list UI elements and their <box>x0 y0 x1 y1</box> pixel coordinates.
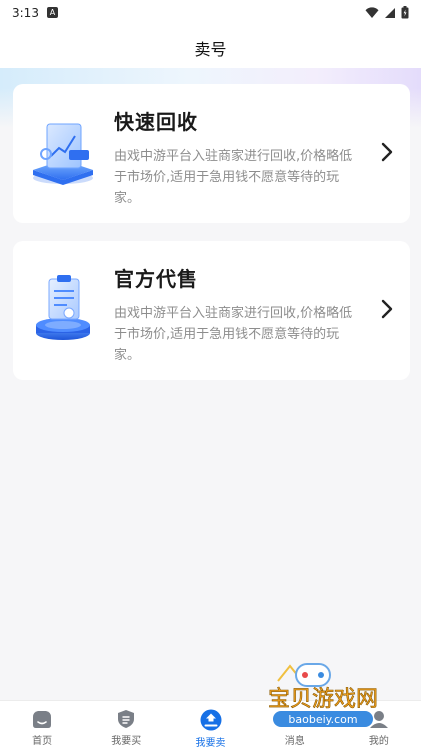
notification-icon: A <box>46 7 58 18</box>
svg-text:baobeiy.com: baobeiy.com <box>288 713 357 726</box>
watermark-logo: 宝贝游戏网 baobeiy.com <box>248 656 398 736</box>
tab-buy[interactable]: 我要买 <box>84 701 168 750</box>
page-header: 卖号 <box>0 25 421 70</box>
svg-text:宝贝游戏网: 宝贝游戏网 <box>268 687 378 712</box>
quick-recycle-card[interactable]: 快速回收 由戏中游平台入驻商家进行回收,价格略低于市场价,适用于急用钱不愿意等待… <box>13 84 410 223</box>
card-title: 官方代售 <box>114 267 198 291</box>
chevron-right-icon <box>381 299 393 319</box>
status-time: 3:13 <box>12 5 39 20</box>
tab-label: 我要卖 <box>195 738 226 749</box>
card-description: 由戏中游平台入驻商家进行回收,价格略低于市场价,适用于急用钱不愿意等待的玩家。 <box>114 306 353 363</box>
wifi-icon <box>365 6 379 18</box>
card-description: 由戏中游平台入驻商家进行回收,价格略低于市场价,适用于急用钱不愿意等待的玩家。 <box>114 149 353 206</box>
clipboard-podium-illustration <box>13 241 113 380</box>
home-icon <box>33 711 52 728</box>
sell-icon <box>200 709 221 731</box>
tab-label: 首页 <box>32 736 53 747</box>
chart-document-illustration <box>13 84 113 223</box>
tab-label: 我要买 <box>111 736 142 747</box>
status-bar: 3:13 A <box>0 0 421 25</box>
chevron-right-icon <box>381 142 393 162</box>
card-title: 快速回收 <box>114 110 198 134</box>
status-icons <box>365 6 409 19</box>
shield-list-icon <box>118 710 135 728</box>
signal-icon <box>385 7 395 18</box>
official-consignment-card[interactable]: 官方代售 由戏中游平台入驻商家进行回收,价格略低于市场价,适用于急用钱不愿意等待… <box>13 241 410 380</box>
tab-home[interactable]: 首页 <box>0 701 84 750</box>
card-text: 官方代售 由戏中游平台入驻商家进行回收,价格略低于市场价,适用于急用钱不愿意等待… <box>114 263 360 366</box>
card-text: 快速回收 由戏中游平台入驻商家进行回收,价格略低于市场价,适用于急用钱不愿意等待… <box>114 106 360 209</box>
battery-icon <box>401 6 409 19</box>
page-title: 卖号 <box>194 39 227 59</box>
tab-sell[interactable]: 我要卖 <box>168 701 252 750</box>
